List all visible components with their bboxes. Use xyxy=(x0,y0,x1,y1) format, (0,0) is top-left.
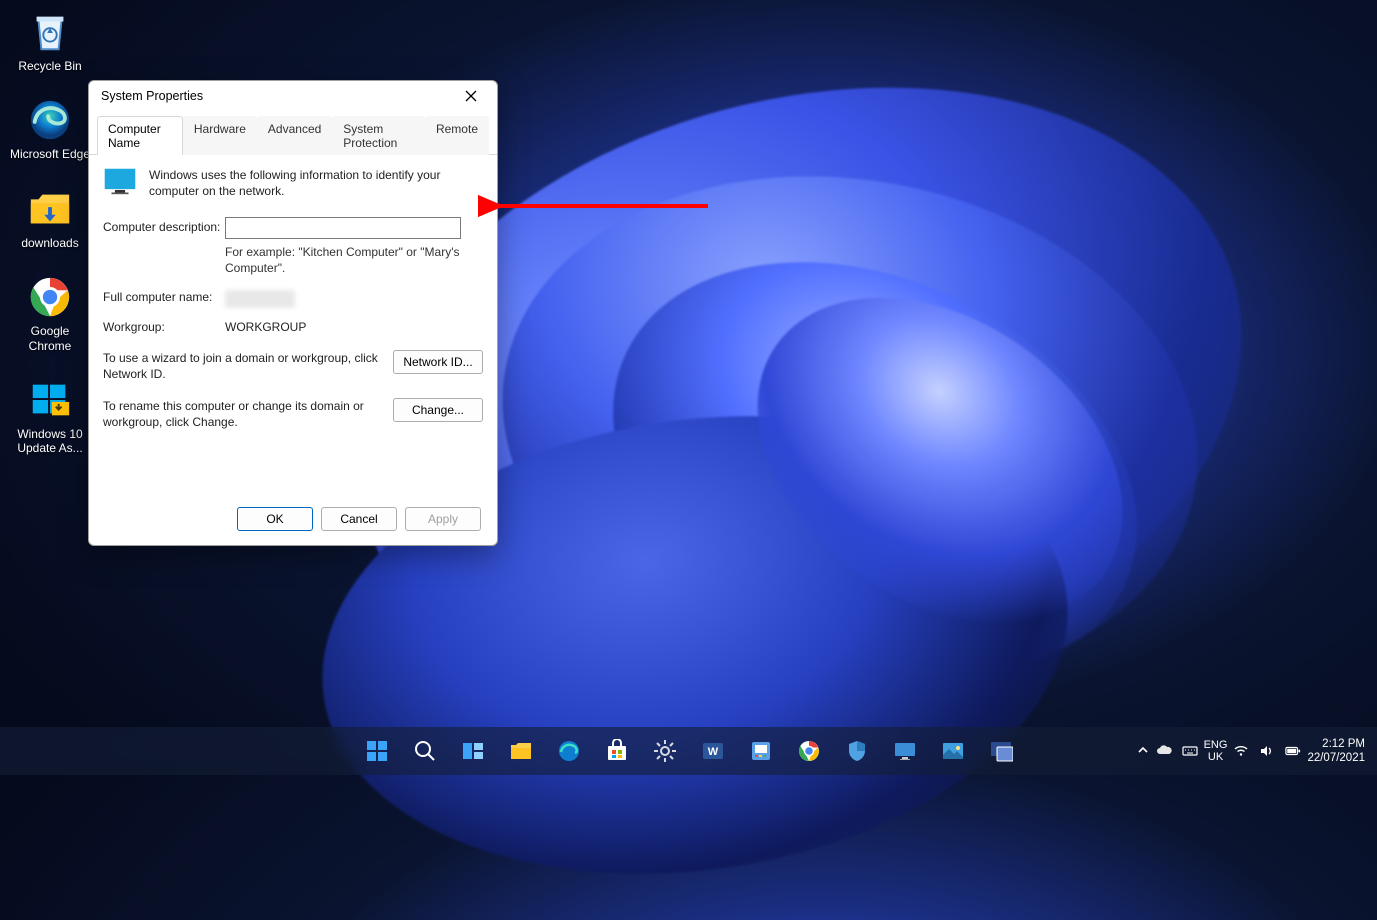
workgroup-label: Workgroup: xyxy=(103,317,225,334)
change-description: To rename this computer or change its do… xyxy=(103,398,393,430)
language-indicator[interactable]: ENG UK xyxy=(1204,739,1228,763)
desktop-icon-edge[interactable]: Microsoft Edge xyxy=(5,93,95,165)
dialog-titlebar[interactable]: System Properties xyxy=(89,81,497,111)
gear-icon xyxy=(653,739,677,763)
store-icon xyxy=(605,739,629,763)
battery-icon[interactable] xyxy=(1285,743,1301,759)
windows-start-icon xyxy=(365,739,389,763)
dialog-title: System Properties xyxy=(101,89,203,103)
tab-advanced[interactable]: Advanced xyxy=(257,116,332,155)
system-tray xyxy=(1156,743,1198,759)
cancel-button[interactable]: Cancel xyxy=(321,507,397,531)
clock[interactable]: 2:12 PM 22/07/2021 xyxy=(1307,737,1371,766)
edge-icon xyxy=(27,97,73,143)
dialog-panel: Windows uses the following information t… xyxy=(89,155,497,497)
desktop-icon-label: Google Chrome xyxy=(9,324,91,353)
svg-text:W: W xyxy=(707,746,718,758)
keyboard-icon[interactable] xyxy=(1182,743,1198,759)
taskbar: W ENG UK xyxy=(0,727,1377,775)
apply-button[interactable]: Apply xyxy=(405,507,481,531)
system-tray-2 xyxy=(1233,743,1301,759)
paint-icon xyxy=(749,739,773,763)
word-button[interactable]: W xyxy=(693,731,733,771)
store-button[interactable] xyxy=(597,731,637,771)
monitor-icon xyxy=(103,167,137,195)
monitor-icon xyxy=(893,739,917,763)
full-computer-name-value xyxy=(225,287,483,311)
wifi-icon[interactable] xyxy=(1233,743,1249,759)
file-explorer-button[interactable] xyxy=(501,731,541,771)
ok-button[interactable]: OK xyxy=(237,507,313,531)
folder-icon xyxy=(509,739,533,763)
word-icon: W xyxy=(701,739,725,763)
paint-button[interactable] xyxy=(741,731,781,771)
chrome-icon xyxy=(797,739,821,763)
tab-hardware[interactable]: Hardware xyxy=(183,116,257,155)
search-button[interactable] xyxy=(405,731,445,771)
task-view-button[interactable] xyxy=(453,731,493,771)
computer-description-input[interactable] xyxy=(225,217,461,239)
start-button[interactable] xyxy=(357,731,397,771)
language-region: UK xyxy=(1204,751,1228,763)
tab-remote[interactable]: Remote xyxy=(425,116,489,155)
tab-system-protection[interactable]: System Protection xyxy=(332,116,425,155)
change-button[interactable]: Change... xyxy=(393,398,483,422)
photos-icon xyxy=(941,739,965,763)
security-button[interactable] xyxy=(837,731,877,771)
tray-overflow-button[interactable] xyxy=(1136,743,1150,760)
remote-desktop-button[interactable] xyxy=(885,731,925,771)
desktop-icon-downloads[interactable]: downloads xyxy=(5,182,95,254)
shield-icon xyxy=(845,739,869,763)
edge-taskbar-button[interactable] xyxy=(549,731,589,771)
chrome-icon xyxy=(27,274,73,320)
close-button[interactable] xyxy=(451,83,491,109)
desktop-icon-label: downloads xyxy=(21,236,78,250)
edge-icon xyxy=(557,739,581,763)
windows-update-icon xyxy=(27,377,73,423)
dialog-footer: OK Cancel Apply xyxy=(89,497,497,545)
recycle-bin-icon xyxy=(27,9,73,55)
onedrive-icon[interactable] xyxy=(1156,743,1172,759)
folder-downloads-icon xyxy=(27,186,73,232)
system-properties-dialog: System Properties Computer Name Hardware… xyxy=(88,80,498,546)
taskbar-center: W xyxy=(357,731,1021,771)
language-code: ENG xyxy=(1204,739,1228,751)
steps-recorder-button[interactable] xyxy=(981,731,1021,771)
desktop-icon-label: Recycle Bin xyxy=(18,59,81,73)
desktop-icon-chrome[interactable]: Google Chrome xyxy=(5,270,95,357)
computer-description-label: Computer description: xyxy=(103,217,225,234)
chrome-taskbar-button[interactable] xyxy=(789,731,829,771)
desktop-icon-label: Windows 10 Update As... xyxy=(9,427,91,456)
clock-date: 22/07/2021 xyxy=(1307,751,1365,765)
search-icon xyxy=(413,739,437,763)
settings-button[interactable] xyxy=(645,731,685,771)
workgroup-value: WORKGROUP xyxy=(225,317,483,334)
desktop-icons: Recycle Bin Microsoft Edge downloads Goo… xyxy=(5,5,95,460)
dialog-tabs: Computer Name Hardware Advanced System P… xyxy=(89,113,497,155)
volume-icon[interactable] xyxy=(1259,743,1275,759)
full-computer-name-label: Full computer name: xyxy=(103,287,225,304)
close-icon xyxy=(465,90,477,102)
task-view-icon xyxy=(461,739,485,763)
network-id-description: To use a wizard to join a domain or work… xyxy=(103,350,393,382)
taskbar-right: ENG UK 2:12 PM 22/07/2021 xyxy=(1136,737,1371,766)
desktop-icon-win10-update[interactable]: Windows 10 Update As... xyxy=(5,373,95,460)
intro-text: Windows uses the following information t… xyxy=(149,167,483,199)
desktop-icon-label: Microsoft Edge xyxy=(10,147,90,161)
chevron-up-icon xyxy=(1136,743,1150,757)
computer-description-hint: For example: "Kitchen Computer" or "Mary… xyxy=(225,245,461,276)
network-id-button[interactable]: Network ID... xyxy=(393,350,483,374)
clock-time: 2:12 PM xyxy=(1307,737,1365,751)
desktop-icon-recycle-bin[interactable]: Recycle Bin xyxy=(5,5,95,77)
tab-computer-name[interactable]: Computer Name xyxy=(97,116,183,155)
steps-recorder-icon xyxy=(989,739,1013,763)
photos-button[interactable] xyxy=(933,731,973,771)
